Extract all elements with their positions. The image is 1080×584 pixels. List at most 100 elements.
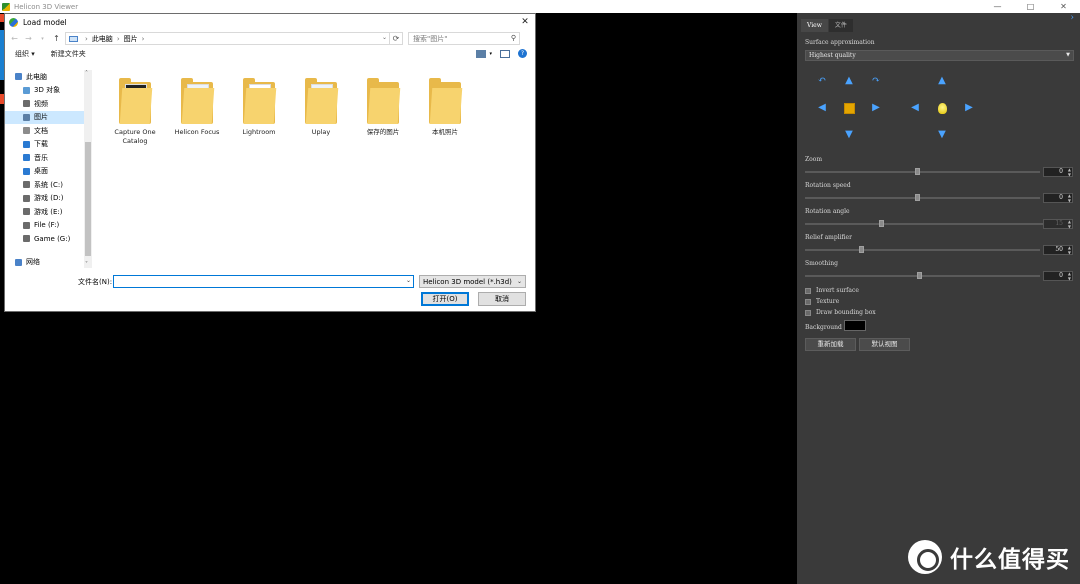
nav-item[interactable]: File (F:) — [5, 219, 84, 233]
view-mode-icon[interactable] — [476, 49, 487, 58]
spinbox-arrows-icon[interactable]: ▲ ▼ — [1068, 219, 1071, 229]
nav-item-icon — [15, 73, 22, 81]
slider-value-spinbox[interactable]: 0 ▲ ▼ — [1043, 271, 1073, 281]
light-up-icon[interactable]: ▲ — [936, 75, 948, 87]
slider-value-spinbox[interactable]: 0 ▲ ▼ — [1043, 167, 1073, 177]
nav-scrollbar[interactable]: ˄ ˅ — [84, 70, 92, 268]
nav-item[interactable]: 音乐 — [5, 151, 84, 165]
nav-item[interactable]: 游戏 (E:) — [5, 205, 84, 219]
tab-view[interactable]: View — [801, 19, 828, 32]
address-bar[interactable]: › 此电脑 › 图片 › ⌄ — [65, 32, 390, 45]
rotate-down-icon[interactable]: ▼ — [843, 129, 855, 141]
scroll-down-icon[interactable]: ˅ — [85, 261, 88, 268]
rotate-ccw-icon[interactable]: ↶ — [816, 75, 828, 87]
refresh-icon[interactable]: ⟳ — [390, 32, 403, 45]
spinbox-arrows-icon[interactable]: ▲ ▼ — [1068, 245, 1071, 255]
quality-select[interactable]: Highest quality ▼ — [805, 50, 1074, 61]
folder-item[interactable]: Capture One Catalog — [107, 78, 163, 146]
search-input[interactable]: 搜索"图片" ⚲ — [408, 32, 520, 45]
nav-item-label: 音乐 — [34, 153, 48, 162]
slider-track[interactable] — [805, 197, 1040, 199]
slider-track[interactable] — [805, 223, 1048, 225]
nav-item[interactable]: 视频 — [5, 97, 84, 111]
tab-file[interactable]: 文件 — [828, 19, 853, 32]
nav-item[interactable]: 系统 (C:) — [5, 178, 84, 192]
light-left-icon[interactable]: ◀ — [909, 102, 921, 114]
slider-handle[interactable] — [917, 272, 922, 279]
filetype-select[interactable]: Helicon 3D model (*.h3d) ⌄ — [419, 275, 526, 288]
light-down-icon[interactable]: ▼ — [936, 129, 948, 141]
slider-value-spinbox[interactable]: 50 ▲ ▼ — [1043, 245, 1073, 255]
nav-item-label: 此电脑 — [26, 72, 47, 81]
nav-item[interactable]: 图片 — [5, 110, 84, 124]
surface-approximation-label: Surface approximation — [805, 39, 875, 46]
checkbox[interactable] — [805, 287, 811, 294]
checkbox-row[interactable]: Texture — [805, 298, 839, 305]
folder-item[interactable]: Helicon Focus — [169, 78, 225, 137]
minimize-button[interactable]: — — [981, 0, 1014, 13]
help-icon[interactable]: ? — [518, 49, 527, 58]
rotate-right-icon[interactable]: ▶ — [870, 102, 882, 114]
nav-item-label: 网络 — [26, 258, 40, 267]
default-view-button[interactable]: 默认视图 — [859, 338, 910, 351]
slider-track[interactable] — [805, 275, 1040, 277]
background-color-swatch[interactable] — [844, 320, 866, 331]
nav-item[interactable]: 网络 — [5, 256, 84, 270]
rotate-cw-icon[interactable]: ↷ — [870, 75, 882, 87]
nav-item-icon — [23, 167, 30, 175]
nav-item[interactable]: 文档 — [5, 124, 84, 138]
breadcrumb-this-pc[interactable]: 此电脑 — [92, 34, 113, 44]
folder-item[interactable]: 本机照片 — [417, 78, 473, 137]
checkbox[interactable] — [805, 298, 811, 305]
scrollbar-thumb[interactable] — [85, 142, 91, 256]
open-button[interactable]: 打开(O) — [421, 292, 469, 306]
organize-button[interactable]: 组织 ▾ — [15, 49, 35, 59]
checkbox-row[interactable]: Draw bounding box — [805, 309, 876, 316]
model-cube-icon[interactable] — [844, 103, 855, 114]
folder-item[interactable]: 保存的图片 — [355, 78, 411, 137]
slider-track[interactable] — [805, 249, 1040, 251]
preview-pane-icon[interactable] — [500, 49, 510, 58]
slider-handle[interactable] — [879, 220, 884, 227]
new-folder-button[interactable]: 新建文件夹 — [51, 49, 86, 59]
chevron-down-icon[interactable]: ⌄ — [382, 34, 387, 41]
dialog-close-button[interactable]: ✕ — [519, 16, 531, 28]
chevron-right-icon[interactable]: › — [1070, 13, 1074, 23]
nav-item[interactable]: Game (G:) — [5, 232, 84, 246]
filename-input[interactable]: ⌄ — [113, 275, 414, 288]
light-bulb-icon[interactable] — [938, 103, 947, 114]
nav-item[interactable]: 游戏 (D:) — [5, 192, 84, 206]
spinbox-arrows-icon[interactable]: ▲ ▼ — [1068, 271, 1071, 281]
chevron-down-icon[interactable]: ▾ — [489, 51, 492, 57]
light-right-icon[interactable]: ▶ — [963, 102, 975, 114]
up-arrow-icon[interactable]: ↑ — [51, 33, 62, 44]
back-arrow-icon[interactable]: ← — [9, 33, 20, 44]
rotate-up-icon[interactable]: ▲ — [843, 75, 855, 87]
folder-item[interactable]: Uplay — [293, 78, 349, 137]
rotate-left-icon[interactable]: ◀ — [816, 102, 828, 114]
folder-icon — [181, 78, 215, 124]
slider-value-spinbox[interactable]: 0 ▲ ▼ — [1043, 193, 1073, 203]
spinbox-arrows-icon[interactable]: ▲ ▼ — [1068, 167, 1071, 177]
forward-arrow-icon[interactable]: → — [23, 33, 34, 44]
breadcrumb-pictures[interactable]: 图片 — [124, 34, 138, 44]
checkbox-row[interactable]: Invert surface — [805, 287, 859, 294]
reload-button[interactable]: 重新加载 — [805, 338, 856, 351]
slider-handle[interactable] — [915, 168, 920, 175]
nav-item[interactable]: 此电脑 — [5, 70, 84, 84]
nav-item[interactable]: 3D 对象 — [5, 84, 84, 98]
cancel-button[interactable]: 取消 — [478, 292, 526, 306]
chevron-down-icon[interactable]: ⌄ — [406, 277, 411, 284]
nav-item[interactable]: 桌面 — [5, 165, 84, 179]
nav-item[interactable]: 下载 — [5, 138, 84, 152]
folder-item[interactable]: Lightroom — [231, 78, 287, 137]
spinbox-arrows-icon[interactable]: ▲ ▼ — [1068, 193, 1071, 203]
maximize-button[interactable]: □ — [1014, 0, 1047, 13]
recent-dropdown-icon[interactable]: ▾ — [37, 33, 48, 44]
slider-handle[interactable] — [915, 194, 920, 201]
checkbox[interactable] — [805, 309, 811, 316]
scroll-up-icon[interactable]: ˄ — [85, 70, 88, 77]
slider-track[interactable] — [805, 171, 1040, 173]
slider-handle[interactable] — [859, 246, 864, 253]
close-button[interactable]: ✕ — [1047, 0, 1080, 13]
